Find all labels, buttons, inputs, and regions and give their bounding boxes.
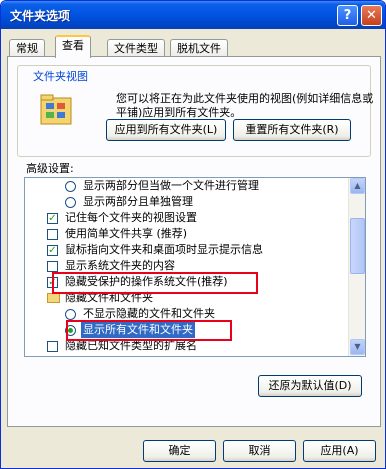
folder-icon	[47, 293, 60, 303]
list-item-label: 显示两部分且单独管理	[83, 195, 193, 208]
folder-options-dialog: 文件夹选项 ? ✕ 常规 查看 文件类型 脱机文件 文件夹视图 您可以将正在为此…	[0, 0, 386, 469]
close-icon[interactable]: ✕	[361, 5, 382, 26]
checkbox-icon[interactable]	[47, 229, 58, 240]
list-item[interactable]: 显示两部分但当做一个文件进行管理	[25, 178, 349, 195]
list-item[interactable]: ✓ 记住每个文件夹的视图设置	[25, 210, 349, 227]
view-tab-panel: 文件夹视图 您可以将正在为此文件夹使用的视图(例如详细信息或平铺)应用到所有文件…	[7, 56, 381, 427]
folder-view-icon	[40, 94, 72, 125]
radio-icon[interactable]	[65, 181, 76, 192]
radio-icon[interactable]	[65, 197, 76, 208]
ok-button[interactable]: 确定	[143, 440, 216, 462]
list-item[interactable]: 使用简单文件共享 (推荐)	[25, 226, 349, 243]
reset-all-folders-button[interactable]: 重置所有文件夹(R)	[233, 119, 351, 141]
apply-button[interactable]: 应用(A)	[303, 440, 376, 462]
scroll-thumb[interactable]	[350, 218, 365, 274]
cancel-button[interactable]: 取消	[223, 440, 296, 462]
advanced-settings-label: 高级设置:	[26, 162, 74, 175]
window-title: 文件夹选项	[10, 9, 71, 23]
scroll-down-icon[interactable]: ▼	[350, 339, 365, 355]
list-item[interactable]: 显示两部分且单独管理	[25, 194, 349, 211]
list-item-label: 记住每个文件夹的视图设置	[65, 211, 197, 224]
list-item-label: 显示两部分但当做一个文件进行管理	[83, 179, 259, 192]
help-icon[interactable]: ?	[337, 5, 358, 26]
list-item-label: 使用简单文件共享 (推荐)	[65, 227, 188, 240]
restore-defaults-button[interactable]: 还原为默认值(D)	[258, 375, 362, 397]
folder-views-title: 文件夹视图	[30, 68, 91, 84]
apply-to-all-folders-button[interactable]: 应用到所有文件夹(L)	[106, 119, 226, 141]
folder-views-group: 文件夹视图 您可以将正在为此文件夹使用的视图(例如详细信息或平铺)应用到所有文件…	[17, 65, 374, 157]
highlight-box	[66, 320, 232, 341]
tab-strip: 常规 查看 文件类型 脱机文件	[7, 35, 381, 58]
highlight-box	[52, 272, 258, 294]
checkbox-icon[interactable]	[47, 261, 58, 272]
list-scrollbar[interactable]: ▲ ▼	[348, 178, 365, 356]
folder-views-description: 您可以将正在为此文件夹使用的视图(例如详细信息或平铺)应用到所有文件夹。	[116, 92, 374, 119]
checkbox-icon[interactable]	[47, 341, 58, 352]
radio-icon[interactable]	[65, 309, 76, 320]
list-item[interactable]: ✓ 鼠标指向文件夹和桌面项时显示提示信息	[25, 242, 349, 259]
checkbox-icon[interactable]: ✓	[47, 245, 58, 256]
checkbox-icon[interactable]: ✓	[47, 213, 58, 224]
scroll-up-icon[interactable]: ▲	[350, 178, 365, 194]
title-bar[interactable]: 文件夹选项 ? ✕	[1, 1, 385, 29]
list-item-label: 鼠标指向文件夹和桌面项时显示提示信息	[65, 243, 263, 256]
tab-view[interactable]: 查看	[55, 35, 91, 58]
